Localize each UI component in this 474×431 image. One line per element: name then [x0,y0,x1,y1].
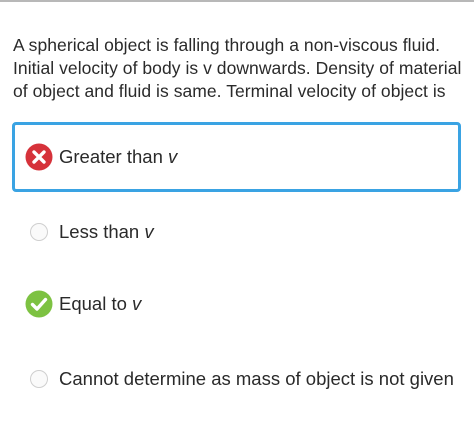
option-label: Greater than v [59,146,178,167]
option-less-than-v[interactable]: Less than v [12,197,461,267]
option-label: Cannot determine as mass of object is no… [59,368,454,389]
option-greater-than-v[interactable]: Greater than v [12,122,461,192]
radio-empty-icon [24,364,54,394]
option-cannot-determine[interactable]: Cannot determine as mass of object is no… [12,344,461,414]
option-equal-to-v[interactable]: Equal to v [12,269,461,339]
option-label: Less than v [59,221,154,242]
question-text: A spherical object is falling through a … [13,35,462,101]
correct-check-icon [24,289,54,319]
top-divider [0,0,474,2]
radio-empty-icon [24,217,54,247]
option-label: Equal to v [59,293,142,314]
wrong-cross-icon [24,142,54,172]
